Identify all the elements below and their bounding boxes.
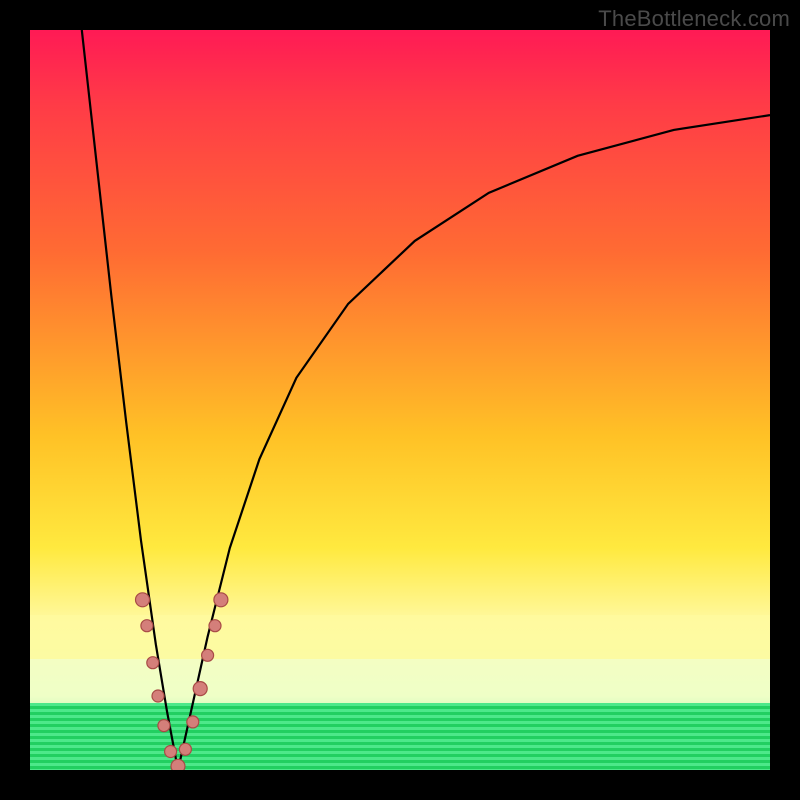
data-marker [214,593,228,607]
plot-area [30,30,770,770]
data-marker [187,716,199,728]
right-curve [178,115,770,770]
data-marker [165,746,177,758]
data-marker [193,682,207,696]
data-marker [179,743,191,755]
marker-group [136,593,228,770]
chart-frame: TheBottleneck.com [0,0,800,800]
data-marker [147,657,159,669]
data-marker [202,649,214,661]
data-marker [171,759,185,770]
data-marker [136,593,150,607]
data-marker [209,620,221,632]
data-marker [141,620,153,632]
left-curve [82,30,178,770]
curve-svg [30,30,770,770]
data-marker [158,720,170,732]
watermark-text: TheBottleneck.com [598,6,790,32]
data-marker [152,690,164,702]
